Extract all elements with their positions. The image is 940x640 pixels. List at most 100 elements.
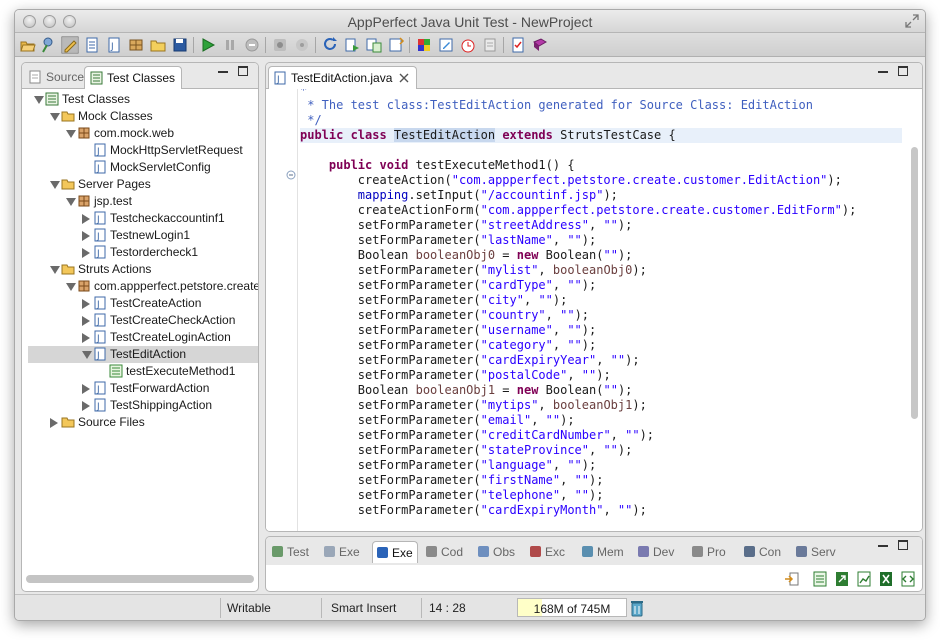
- editor-tab-label: TestEditAction.java: [291, 71, 393, 85]
- minimize-icon[interactable]: [218, 71, 228, 73]
- heap-status[interactable]: 168M of 745M: [517, 598, 627, 617]
- views-maximize-icon[interactable]: [898, 540, 908, 550]
- collapsed-arrow-icon[interactable]: [82, 333, 90, 343]
- tree-item[interactable]: J TestForwardAction: [28, 380, 258, 397]
- code-token: setFormParameter(: [300, 353, 481, 367]
- open-project-icon[interactable]: [19, 36, 37, 54]
- fullscreen-icon[interactable]: [905, 14, 919, 28]
- generate-icon[interactable]: [343, 36, 361, 54]
- code-token: "username": [480, 323, 553, 337]
- export-chart-icon[interactable]: [856, 571, 872, 587]
- tree-item[interactable]: Mock Classes: [28, 108, 258, 125]
- excel-icon[interactable]: [878, 571, 894, 587]
- export-sheet-icon[interactable]: [834, 571, 850, 587]
- tab-source[interactable]: Source: [24, 66, 90, 89]
- tab-testeditaction-java[interactable]: J TestEditAction.java: [268, 66, 418, 89]
- collapsed-arrow-icon[interactable]: [82, 231, 90, 241]
- collapsed-arrow-icon[interactable]: [82, 316, 90, 326]
- timer-icon[interactable]: [459, 36, 477, 54]
- views-tab[interactable]: Exe: [320, 541, 364, 563]
- tree-item[interactable]: J TestnewLogin1: [28, 227, 258, 244]
- test-view-icon: [272, 546, 283, 557]
- tree-item[interactable]: J TestCreateCheckAction: [28, 312, 258, 329]
- tree-item[interactable]: J TestCreateAction: [28, 295, 258, 312]
- tree-item[interactable]: J TestEditAction: [28, 346, 258, 363]
- views-tab[interactable]: Serv: [792, 541, 840, 563]
- save-icon[interactable]: [171, 36, 189, 54]
- new-package-icon[interactable]: [127, 36, 145, 54]
- tree-item[interactable]: J MockServletConfig: [28, 159, 258, 176]
- editor-vertical-scrollbar[interactable]: [911, 147, 918, 419]
- views-tab[interactable]: Mem: [578, 541, 628, 563]
- collapsed-arrow-icon[interactable]: [82, 401, 90, 411]
- views-tab[interactable]: Con: [740, 541, 785, 563]
- code-line: *: [300, 89, 307, 98]
- tree-item[interactable]: Source Files: [28, 414, 258, 431]
- views-tab[interactable]: Test: [268, 541, 313, 563]
- views-tab[interactable]: Exc: [526, 541, 569, 563]
- tree-item[interactable]: J TestCreateLoginAction: [28, 329, 258, 346]
- collapsed-arrow-icon[interactable]: [50, 418, 58, 428]
- views-tab[interactable]: Dev: [634, 541, 678, 563]
- expanded-arrow-icon[interactable]: [66, 198, 76, 206]
- expanded-arrow-icon[interactable]: [82, 351, 92, 359]
- editor-maximize-icon[interactable]: [898, 66, 908, 76]
- edit-icon[interactable]: [61, 36, 79, 54]
- garbage-collect-icon[interactable]: [629, 599, 645, 617]
- sheet-icon[interactable]: [812, 571, 828, 587]
- wizard-icon[interactable]: [39, 36, 57, 54]
- tree-item[interactable]: J MockHttpServletRequest: [28, 142, 258, 159]
- build-icon[interactable]: [415, 36, 433, 54]
- tab-test-classes[interactable]: Test Classes: [84, 66, 183, 89]
- close-tab-icon[interactable]: [399, 73, 409, 83]
- editor-minimize-icon[interactable]: [878, 71, 888, 73]
- test-suite-icon[interactable]: [387, 36, 405, 54]
- new-file-icon[interactable]: [83, 36, 101, 54]
- views-tab[interactable]: Pro: [688, 541, 730, 563]
- refresh-icon[interactable]: [321, 36, 339, 54]
- new-class-icon[interactable]: J: [105, 36, 123, 54]
- stop-icon[interactable]: [243, 36, 261, 54]
- pause-icon[interactable]: [221, 36, 239, 54]
- tree-item[interactable]: Test Classes: [28, 91, 258, 108]
- tree-item[interactable]: com.mock.web: [28, 125, 258, 142]
- collapsed-arrow-icon[interactable]: [82, 384, 90, 394]
- tree-item[interactable]: testExecuteMethod1: [28, 363, 258, 380]
- tree-item[interactable]: Server Pages: [28, 176, 258, 193]
- edit-test-icon[interactable]: [437, 36, 455, 54]
- tree-horizontal-scrollbar[interactable]: [26, 575, 254, 583]
- log-icon[interactable]: [481, 36, 499, 54]
- open-folder-icon[interactable]: [149, 36, 167, 54]
- expanded-arrow-icon[interactable]: [50, 266, 60, 274]
- collapsed-arrow-icon[interactable]: [82, 248, 90, 258]
- expanded-arrow-icon[interactable]: [50, 113, 60, 121]
- views-tab[interactable]: Exe: [372, 541, 418, 563]
- views-minimize-icon[interactable]: [878, 545, 888, 547]
- views-tab[interactable]: Obs: [474, 541, 519, 563]
- tree-item[interactable]: jsp.test: [28, 193, 258, 210]
- expanded-arrow-icon[interactable]: [66, 130, 76, 138]
- report-icon[interactable]: [509, 36, 527, 54]
- import-icon[interactable]: [784, 571, 800, 587]
- fold-collapse-icon[interactable]: [286, 170, 296, 180]
- code-text[interactable]: * * The test class:TestEditAction genera…: [300, 89, 902, 531]
- tree-item[interactable]: J Testcheckaccountinf1: [28, 210, 258, 227]
- tree-item[interactable]: J TestShippingAction: [28, 397, 258, 414]
- test-data-icon[interactable]: [365, 36, 383, 54]
- xml-icon[interactable]: [900, 571, 916, 587]
- maximize-icon[interactable]: [238, 66, 248, 76]
- tree-item[interactable]: Struts Actions: [28, 261, 258, 278]
- code-editor[interactable]: * * The test class:TestEditAction genera…: [266, 89, 922, 531]
- expanded-arrow-icon[interactable]: [50, 181, 60, 189]
- help-book-icon[interactable]: [531, 36, 549, 54]
- tree-item[interactable]: J Testordercheck1: [28, 244, 258, 261]
- record-icon[interactable]: [271, 36, 289, 54]
- expanded-arrow-icon[interactable]: [34, 96, 44, 104]
- tree-item[interactable]: com.appperfect.petstore.create: [28, 278, 258, 295]
- views-tab[interactable]: Cod: [422, 541, 467, 563]
- collapsed-arrow-icon[interactable]: [82, 214, 90, 224]
- record-disabled-icon[interactable]: [293, 36, 311, 54]
- collapsed-arrow-icon[interactable]: [82, 299, 90, 309]
- run-icon[interactable]: [199, 36, 217, 54]
- expanded-arrow-icon[interactable]: [66, 283, 76, 291]
